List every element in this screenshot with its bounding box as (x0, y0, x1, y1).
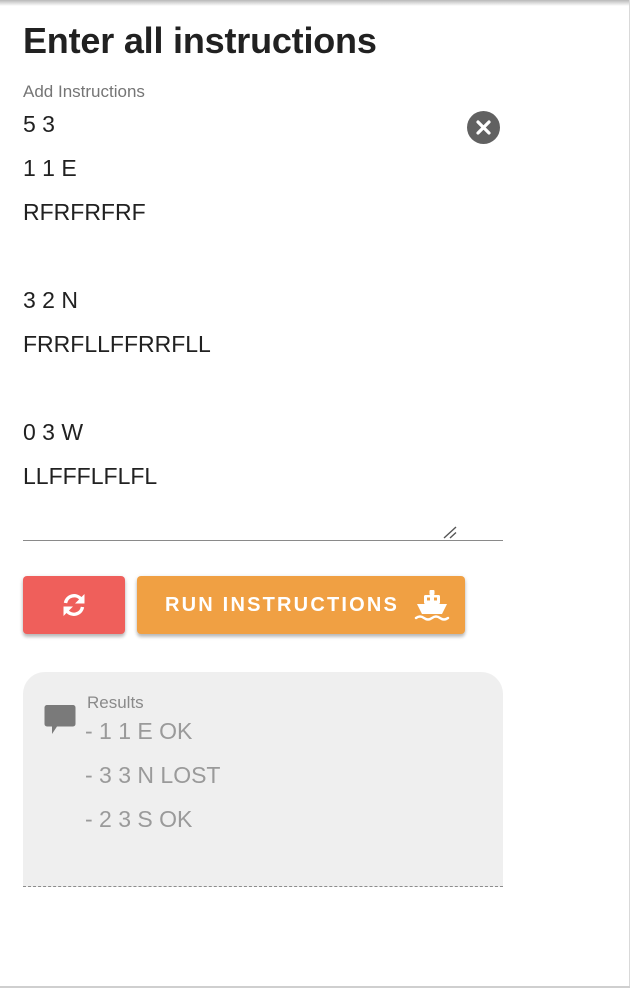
instruction-line-robot2-moves: FRRFLLFFRRFLL (23, 331, 211, 357)
page-title: Enter all instructions (23, 20, 377, 61)
result-line: - 2 3 S OK (85, 806, 193, 832)
instruction-line-robot3-position: 0 3 W (23, 419, 84, 445)
result-line: - 1 1 E OK (85, 718, 193, 744)
instruction-line-grid-size: 5 3 (23, 111, 55, 137)
results-panel: Results - 1 1 E OK - 3 3 N LOST - 2 3 S … (23, 672, 503, 887)
close-circle-icon (476, 120, 491, 135)
instructions-label: Add Instructions (23, 82, 145, 101)
ship-icon (414, 590, 450, 621)
clear-instructions-button[interactable] (467, 111, 500, 144)
result-line: - 3 3 N LOST (85, 762, 221, 788)
instructions-textarea[interactable]: 5 3 1 1 E RFRFRFRF 3 2 N FRRFLLFFRRFLL 0… (23, 102, 503, 541)
instruction-line-robot1-position: 1 1 E (23, 155, 77, 181)
run-instructions-label: RUN INSTRUCTIONS (165, 594, 400, 616)
instruction-line-robot3-moves: LLFFFLFLFL (23, 463, 158, 489)
top-shadow (0, 0, 630, 6)
instruction-line-robot1-moves: RFRFRFRF (23, 199, 146, 225)
refresh-icon (63, 594, 85, 616)
run-instructions-button[interactable]: RUN INSTRUCTIONS (137, 576, 465, 634)
reset-button[interactable] (23, 576, 125, 634)
instruction-line-robot2-position: 3 2 N (23, 287, 78, 313)
comment-icon (44, 705, 76, 734)
resize-handle-icon[interactable] (441, 525, 457, 539)
